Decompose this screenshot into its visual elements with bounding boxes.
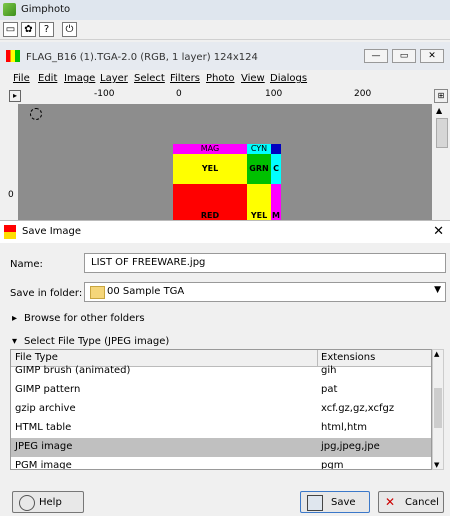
ruler-label: 200 <box>354 89 372 99</box>
flag-image: MAG CYN YEL GRN C RED YEL M <box>173 144 283 220</box>
file-type-cell: GIMP brush (animated) <box>15 365 131 376</box>
extensions-cell: pat <box>321 384 338 395</box>
dialog-title: Save Image <box>22 226 82 237</box>
save-button-label: Save <box>331 497 356 508</box>
folder-label: Save in folder: <box>10 288 83 299</box>
vertical-ruler: 0 <box>0 104 19 220</box>
ruler-label: 100 <box>265 89 283 99</box>
restore-button[interactable]: ▭ <box>392 49 416 63</box>
zoom-toggle-icon[interactable]: ⊞ <box>434 89 448 103</box>
file-type-expander[interactable]: Select File Type (JPEG image) <box>24 336 169 347</box>
flag-cell-yellow: YEL <box>173 154 247 184</box>
flag-cell-cyan-2: C <box>271 154 281 184</box>
chevron-down-icon: ▼ <box>434 285 441 295</box>
gimphoto-logo-icon <box>3 3 16 16</box>
menu-image[interactable]: Image <box>64 73 95 84</box>
flag-cell-blue <box>271 144 281 154</box>
help-icon[interactable]: ? <box>39 22 54 37</box>
file-type-table: File Type Extensions GIMP brush (animate… <box>10 349 432 470</box>
scrollbar-thumb[interactable] <box>434 388 442 428</box>
folder-select[interactable]: 00 Sample TGA ▼ <box>84 282 446 302</box>
help-button-label: Help <box>39 497 62 508</box>
flag-cell-yellow-2: YEL <box>247 184 271 220</box>
extensions-cell: pgm <box>321 460 344 470</box>
table-row[interactable]: PGM image pgm <box>11 457 431 470</box>
flag-cell-magenta: MAG <box>173 144 247 154</box>
ruler-label: 0 <box>176 89 182 99</box>
image-icon <box>6 50 20 62</box>
extensions-cell: gih <box>321 365 337 376</box>
file-type-cell: GIMP pattern <box>15 384 81 395</box>
flag-cell-red: RED <box>173 184 247 220</box>
image-canvas[interactable]: MAG CYN YEL GRN C RED YEL M <box>18 104 432 220</box>
scrollbar-thumb[interactable] <box>436 118 448 148</box>
close-button[interactable]: ✕ <box>420 49 444 63</box>
table-row-selected[interactable]: JPEG image jpg,jpeg,jpe <box>11 438 431 457</box>
flag-cell-magenta-2: M <box>271 184 281 220</box>
extensions-cell: xcf.gz,gz,xcfgz <box>321 403 395 414</box>
lifebuoy-icon <box>19 495 35 511</box>
name-field[interactable]: LIST OF FREEWARE.jpg <box>84 253 446 273</box>
close-icon[interactable]: ✕ <box>433 224 444 239</box>
save-image-dialog: Save Image ✕ Name: LIST OF FREEWARE.jpg … <box>0 220 450 516</box>
ruler-label: 0 <box>8 190 14 200</box>
cancel-button[interactable]: ✕ Cancel <box>378 491 444 513</box>
table-row[interactable]: GIMP brush (animated) gih <box>11 362 431 381</box>
folder-value: 00 Sample TGA <box>107 286 185 297</box>
dialog-title-bar: Save Image ✕ <box>0 221 450 243</box>
menu-filters[interactable]: Filters <box>170 73 200 84</box>
browse-folders-expander[interactable]: Browse for other folders <box>24 313 145 324</box>
app-title-bar: Gimphoto <box>0 0 450 20</box>
save-button[interactable]: Save <box>300 491 370 513</box>
flag-cell-green: GRN <box>247 154 271 184</box>
power-icon[interactable]: ⏻ <box>62 22 77 37</box>
table-row[interactable]: gzip archive xcf.gz,gz,xcfgz <box>11 400 431 419</box>
file-type-cell: PGM image <box>15 460 72 470</box>
floppy-disk-icon <box>307 495 323 511</box>
file-type-cell: gzip archive <box>15 403 76 414</box>
flag-cell-cyan: CYN <box>247 144 271 154</box>
app-title: Gimphoto <box>21 4 71 15</box>
image-window: FLAG_B16 (1).TGA-2.0 (RGB, 1 layer) 124x… <box>0 42 450 220</box>
menu-view[interactable]: View <box>241 73 265 84</box>
app-toolbar: ▭ ✿ ? ⏻ <box>0 20 450 40</box>
menu-layer[interactable]: Layer <box>100 73 128 84</box>
cancel-button-label: Cancel <box>405 497 439 508</box>
horizontal-ruler: ▸ -100 0 100 200 ⊞ <box>0 88 450 105</box>
help-button[interactable]: Help <box>12 491 84 513</box>
extensions-cell: html,htm <box>321 422 367 433</box>
image-menu-bar: File Edit Image Layer Select Filters Pho… <box>0 70 450 88</box>
canvas-vertical-scrollbar[interactable]: ▲ <box>432 104 450 220</box>
file-type-cell: HTML table <box>15 422 72 433</box>
folder-icon <box>90 286 105 299</box>
menu-photo[interactable]: Photo <box>206 73 235 84</box>
paw-icon[interactable]: ✿ <box>21 22 36 37</box>
menu-dialogs[interactable]: Dialogs <box>270 73 307 84</box>
ruler-corner-icon[interactable]: ▸ <box>9 90 21 102</box>
menu-file[interactable]: File <box>13 73 30 84</box>
scroll-up-icon[interactable]: ▲ <box>436 106 442 115</box>
ruler-label: -100 <box>94 89 115 99</box>
table-row[interactable]: HTML table html,htm <box>11 419 431 438</box>
image-window-title-bar: FLAG_B16 (1).TGA-2.0 (RGB, 1 layer) 124x… <box>0 42 450 71</box>
name-label: Name: <box>10 259 43 270</box>
table-row[interactable]: GIMP pattern pat <box>11 381 431 400</box>
file-type-cell: JPEG image <box>15 441 73 452</box>
cancel-x-icon: ✕ <box>385 495 396 509</box>
minimize-button[interactable]: — <box>364 49 388 63</box>
scroll-up-icon[interactable]: ▲ <box>434 350 439 358</box>
selection-marker-icon <box>30 108 42 120</box>
menu-select[interactable]: Select <box>134 73 165 84</box>
expand-arrow-icon[interactable]: ▸ <box>12 313 17 324</box>
dialog-app-icon <box>4 225 16 239</box>
table-scrollbar[interactable]: ▲ ▼ <box>432 349 444 470</box>
menu-edit[interactable]: Edit <box>38 73 57 84</box>
collapse-arrow-icon[interactable]: ▾ <box>12 336 17 347</box>
window-icon[interactable]: ▭ <box>3 22 18 37</box>
scroll-down-icon[interactable]: ▼ <box>434 461 439 469</box>
image-window-title: FLAG_B16 (1).TGA-2.0 (RGB, 1 layer) 124x… <box>26 52 258 63</box>
extensions-cell: jpg,jpeg,jpe <box>321 441 380 452</box>
